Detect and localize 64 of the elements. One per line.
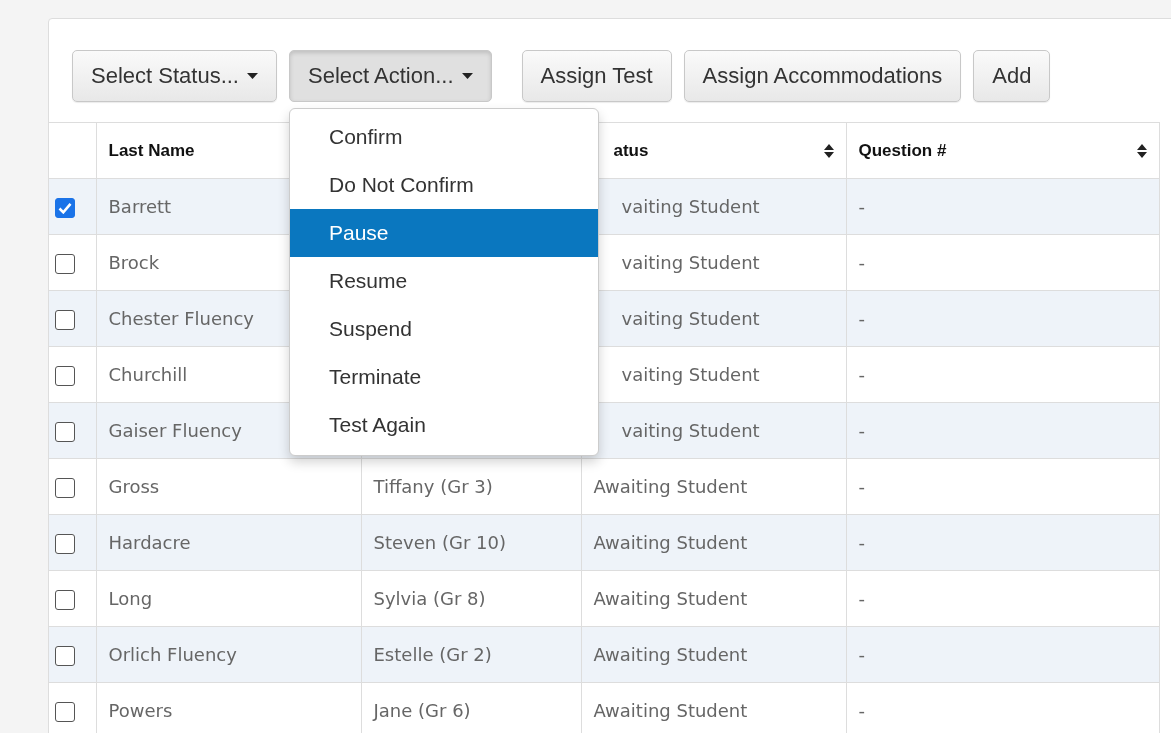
table-cell: Gaiser Fluency <box>108 420 242 441</box>
table-cell: - <box>858 644 865 665</box>
menu-item[interactable]: Terminate <box>289 353 598 401</box>
row-checkbox[interactable] <box>55 421 75 442</box>
table-cell: Gross <box>108 476 160 497</box>
menu-item[interactable]: Test Again <box>289 401 598 449</box>
table-cell: Churchill <box>108 364 188 385</box>
table-cell: Awaiting Student <box>593 532 748 553</box>
dropdown-button[interactable]: Select Action... <box>288 50 492 102</box>
table-cell: Brock <box>108 252 160 273</box>
table-cell: Powers <box>108 700 173 721</box>
table-cell: vaiting Student <box>621 196 760 217</box>
row-checkbox[interactable] <box>55 253 75 274</box>
sort-icon[interactable] <box>823 143 834 158</box>
table-cell: vaiting Student <box>621 252 760 273</box>
row-checkbox[interactable] <box>55 645 75 666</box>
toolbar-button[interactable]: Assign Test <box>521 50 672 102</box>
table-cell: - <box>858 420 865 441</box>
table-cell: Jane (Gr 6) <box>373 700 471 721</box>
table-cell: Chester Fluency <box>108 308 254 329</box>
row-checkbox[interactable] <box>55 589 75 610</box>
caret-icon <box>246 73 258 79</box>
table-cell: vaiting Student <box>621 420 760 441</box>
table-cell: vaiting Student <box>621 364 760 385</box>
caret-icon <box>461 73 473 79</box>
table-cell: Tiffany (Gr 3) <box>373 476 493 497</box>
table-cell: Barrett <box>108 196 172 217</box>
menu-item[interactable]: Resume <box>289 257 598 305</box>
toolbar-button[interactable]: Assign Accommodations <box>683 50 962 102</box>
table-cell: Orlich Fluency <box>108 644 237 665</box>
table-cell: Steven (Gr 10) <box>373 532 506 553</box>
table-cell: Sylvia (Gr 8) <box>373 588 486 609</box>
row-checkbox[interactable] <box>55 477 75 498</box>
table-cell: Hardacre <box>108 532 191 553</box>
table-cell: - <box>858 252 865 273</box>
column-header: Question # <box>858 140 947 161</box>
table-cell: Awaiting Student <box>593 644 748 665</box>
table-cell: Estelle (Gr 2) <box>373 644 492 665</box>
table-cell: - <box>858 308 865 329</box>
toolbar-button[interactable]: Add <box>973 50 1051 102</box>
table-cell: - <box>858 476 865 497</box>
row-checkbox[interactable] <box>55 533 75 554</box>
table-cell: - <box>858 364 865 385</box>
menu-item[interactable]: Suspend <box>289 305 598 353</box>
dropdown-button[interactable]: Select Status... <box>72 50 277 102</box>
column-header: atus <box>613 140 649 161</box>
table-cell: - <box>858 532 865 553</box>
row-checkbox[interactable] <box>55 197 75 218</box>
sort-icon[interactable] <box>1136 143 1147 158</box>
table-cell: Awaiting Student <box>593 476 748 497</box>
row-checkbox[interactable] <box>55 365 75 386</box>
menu-item[interactable]: Do Not Confirm <box>289 161 598 209</box>
table-cell: vaiting Student <box>621 308 760 329</box>
row-checkbox[interactable] <box>55 701 75 722</box>
table-cell: Long <box>108 588 153 609</box>
row-checkbox[interactable] <box>55 309 75 330</box>
column-header: Last Name <box>108 140 195 161</box>
table-cell: - <box>858 196 865 217</box>
table-cell: - <box>858 588 865 609</box>
table-cell: - <box>858 700 865 721</box>
table-cell: Awaiting Student <box>593 700 748 721</box>
menu-item[interactable]: Confirm <box>289 113 598 161</box>
menu-item[interactable]: Pause <box>289 209 598 257</box>
table-cell: Awaiting Student <box>593 588 748 609</box>
